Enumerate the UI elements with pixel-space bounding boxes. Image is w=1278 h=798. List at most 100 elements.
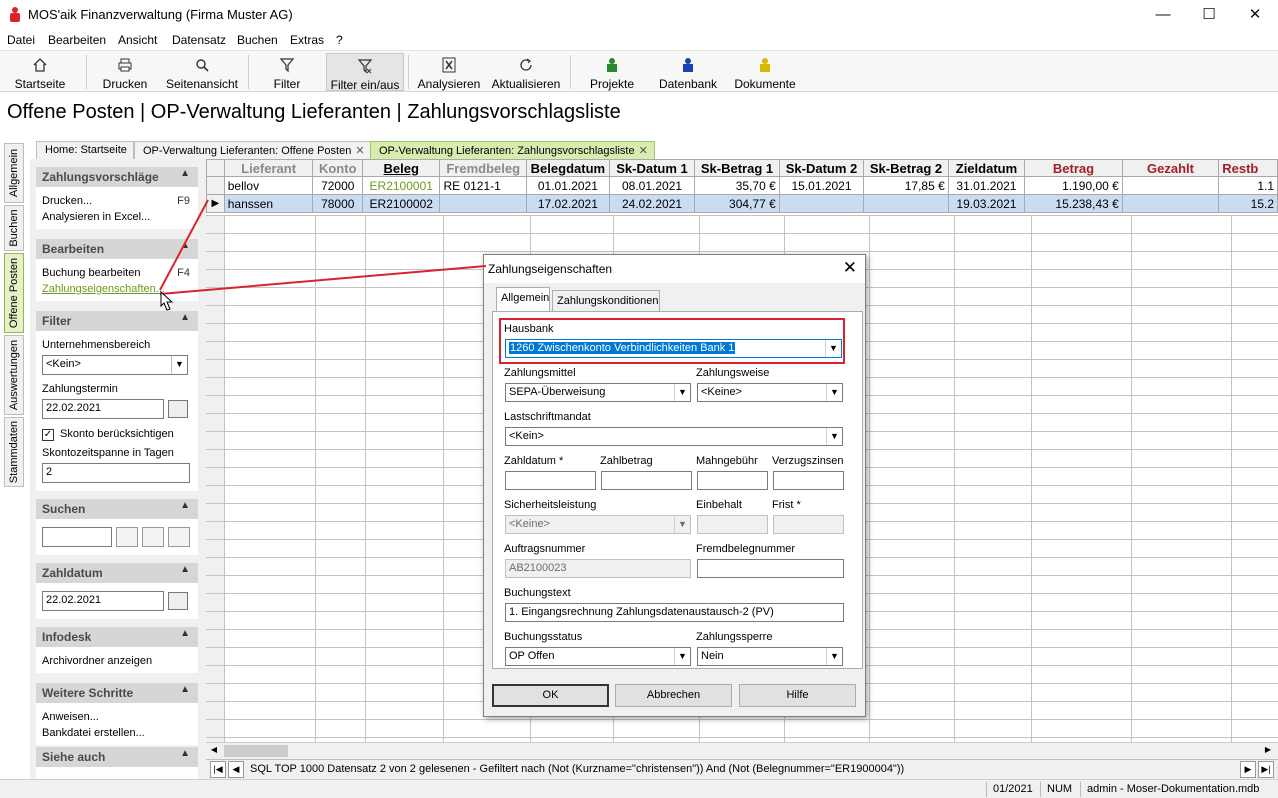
hausbank-select[interactable]: 1260 Zwischenkonto Verbindlichkeiten Ban… <box>505 339 842 358</box>
mahngebuehr-input[interactable] <box>697 471 768 490</box>
tab-offene-posten[interactable]: OP-Verwaltung Lieferanten: Offene Posten… <box>134 141 372 159</box>
calendar-icon[interactable] <box>168 400 188 418</box>
search-input[interactable] <box>42 527 112 547</box>
zahlungsmittel-select[interactable]: SEPA-Überweisung ▼ <box>505 383 691 402</box>
close-icon[interactable]: ✕ <box>355 145 364 157</box>
panel-header[interactable]: Zahldatum ▲ <box>36 563 198 583</box>
menu-datei[interactable]: Datei <box>7 33 35 47</box>
zahldatum-input[interactable] <box>505 471 596 490</box>
scroll-left-icon[interactable]: ◀ <box>208 745 220 757</box>
collapse-icon[interactable]: ▲ <box>180 684 190 695</box>
close-icon[interactable]: ✕ <box>639 145 648 157</box>
previous-record-icon[interactable]: ◀ <box>228 761 244 778</box>
vtab-offene-posten[interactable]: Offene Posten <box>4 253 24 333</box>
search-icon[interactable] <box>116 527 138 547</box>
first-record-icon[interactable]: |◀ <box>210 761 226 778</box>
buchungstext-input[interactable]: 1. Eingangsrechnung Zahlungsdatenaustaus… <box>505 603 844 622</box>
toolbar-separator <box>408 55 409 89</box>
archivordner-link[interactable]: Archivordner anzeigen <box>42 655 152 667</box>
ok-button[interactable]: OK <box>492 684 609 707</box>
scroll-right-icon[interactable]: ▶ <box>1262 745 1274 757</box>
maximize-button[interactable]: ☐ <box>1186 0 1232 30</box>
skontozeitspanne-input[interactable]: 2 <box>42 463 190 483</box>
horizontal-scrollbar[interactable]: ◀ ▶ <box>206 742 1278 759</box>
refresh-icon <box>520 58 532 71</box>
drucken-button[interactable]: Drucken <box>100 53 150 91</box>
tab-allgemein[interactable]: Allgemein <box>496 287 550 312</box>
shortcut-label: F9 <box>177 195 190 207</box>
bankdatei-link[interactable]: Bankdatei erstellen... <box>42 727 145 739</box>
menu-datensatz[interactable]: Datensatz <box>172 33 226 47</box>
clear-filter-icon[interactable] <box>168 527 190 547</box>
panel-header[interactable]: Zahlungsvorschläge ▲ <box>36 167 198 187</box>
startseite-button[interactable]: Startseite <box>8 53 72 91</box>
panel-header[interactable]: Suchen ▲ <box>36 499 198 519</box>
menu-extras[interactable]: Extras <box>290 33 324 47</box>
collapse-icon[interactable]: ▲ <box>180 628 190 639</box>
menu-buchen[interactable]: Buchen <box>237 33 278 47</box>
vtab-buchen[interactable]: Buchen <box>4 205 24 251</box>
seitenansicht-button[interactable]: Seitenansicht <box>164 53 240 91</box>
analysieren-button[interactable]: Analysieren <box>416 53 482 91</box>
zahlungssperre-select[interactable]: Nein ▼ <box>697 647 843 666</box>
zahlungstermin-input[interactable]: 22.02.2021 <box>42 399 164 419</box>
minimize-button[interactable]: — <box>1140 0 1186 30</box>
vtab-allgemein[interactable]: Allgemein <box>4 143 24 203</box>
panel-header[interactable]: Bearbeiten ▲ <box>36 239 198 259</box>
dialog-close-icon[interactable]: ✕ <box>843 258 857 278</box>
tab-zahlungskonditionen[interactable]: Zahlungskonditionen <box>552 290 660 312</box>
vtab-auswertungen[interactable]: Auswertungen <box>4 335 24 415</box>
collapse-icon[interactable]: ▲ <box>180 168 190 179</box>
aktualisieren-button[interactable]: Aktualisieren <box>490 53 562 91</box>
search-list-icon[interactable] <box>142 527 164 547</box>
verzugszinsen-input[interactable] <box>773 471 844 490</box>
zahlbetrag-input[interactable] <box>601 471 692 490</box>
unternehmensbereich-select[interactable]: <Kein> ▼ <box>42 355 188 375</box>
last-record-icon[interactable]: ▶| <box>1258 761 1274 778</box>
panel-header[interactable]: Siehe auch ▲ <box>36 747 198 767</box>
filter-toggle-icon <box>357 59 373 74</box>
toolbar: Startseite Drucken Seitenansicht Filter … <box>0 50 1278 92</box>
collapse-icon[interactable]: ▲ <box>180 564 190 575</box>
lastschriftmandat-select[interactable]: <Kein> ▼ <box>505 427 843 446</box>
vtab-stammdaten[interactable]: Stammdaten <box>4 417 24 487</box>
drucken-link[interactable]: Drucken... <box>42 195 92 207</box>
zahldatum-input[interactable]: 22.02.2021 <box>42 591 164 611</box>
scroll-thumb[interactable] <box>224 745 288 757</box>
panel-header[interactable]: Infodesk ▲ <box>36 627 198 647</box>
menu-bearbeiten[interactable]: Bearbeiten <box>48 33 106 47</box>
datenbank-button[interactable]: Datenbank <box>656 53 720 91</box>
collapse-icon[interactable]: ▲ <box>180 748 190 759</box>
abbrechen-button[interactable]: Abbrechen <box>615 684 732 707</box>
panel-header[interactable]: Weitere Schritte ▲ <box>36 683 198 703</box>
hilfe-button[interactable]: Hilfe <box>739 684 856 707</box>
buchungsstatus-select[interactable]: OP Offen ▼ <box>505 647 691 666</box>
projekte-button[interactable]: Projekte <box>586 53 638 91</box>
tab-zahlungsvorschlagsliste[interactable]: OP-Verwaltung Lieferanten: Zahlungsvorsc… <box>370 141 655 159</box>
filter-toggle-button[interactable]: Filter ein/aus <box>326 53 404 92</box>
tab-home[interactable]: Home: Startseite <box>36 141 134 159</box>
fremdbelegnummer-input[interactable] <box>697 559 844 578</box>
filter-button[interactable]: Filter <box>262 53 312 91</box>
analysieren-excel-link[interactable]: Analysieren in Excel... <box>42 211 150 223</box>
auftragsnummer-input: AB2100023 <box>505 559 691 578</box>
next-record-icon[interactable]: ▶ <box>1240 761 1256 778</box>
calendar-icon[interactable] <box>168 592 188 610</box>
zahlungsweise-select[interactable]: <Keine> ▼ <box>697 383 843 402</box>
mahngebuehr-label: Mahngebühr <box>696 455 758 467</box>
skonto-checkbox[interactable]: ✓ <box>42 429 54 441</box>
panel-header[interactable]: Filter ▲ <box>36 311 198 331</box>
close-window-button[interactable]: ✕ <box>1232 0 1278 30</box>
menu-ansicht[interactable]: Ansicht <box>118 33 157 47</box>
collapse-icon[interactable]: ▲ <box>180 312 190 323</box>
buchung-bearbeiten-link[interactable]: Buchung bearbeiten <box>42 267 140 279</box>
vtab-label: Stammdaten <box>8 420 20 484</box>
anweisen-link[interactable]: Anweisen... <box>42 711 99 723</box>
panel-infodesk: Infodesk ▲ Archivordner anzeigen <box>36 627 198 673</box>
dokumente-button[interactable]: Dokumente <box>730 53 800 91</box>
collapse-icon[interactable]: ▲ <box>180 500 190 511</box>
zahlungseigenschaften-link[interactable]: Zahlungseigenschaften... <box>42 283 165 295</box>
zahlungseigenschaften-dialog: Zahlungseigenschaften ✕ Allgemein Zahlun… <box>483 254 866 717</box>
menu-help[interactable]: ? <box>336 33 343 47</box>
collapse-icon[interactable]: ▲ <box>180 240 190 251</box>
